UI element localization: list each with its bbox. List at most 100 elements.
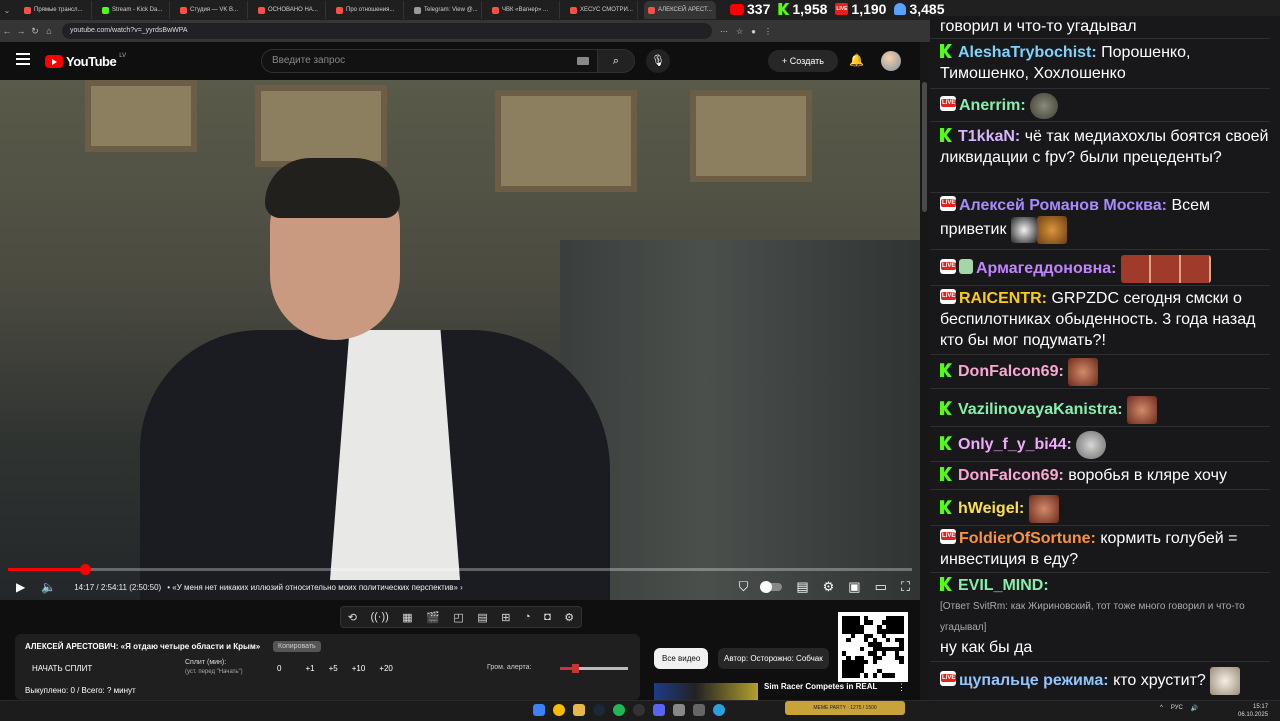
- alert-volume-slider[interactable]: [560, 664, 628, 673]
- chat-username[interactable]: DonFalcon69:: [958, 467, 1064, 484]
- browser-tab[interactable]: Прямые трансл...: [20, 1, 92, 19]
- qr-module: [850, 633, 856, 638]
- chat-username[interactable]: VazilinovayaKanistra:: [958, 401, 1123, 418]
- chat-username[interactable]: T1kkaN:: [958, 128, 1020, 145]
- sponsorblock-icon[interactable]: ⛉: [739, 579, 749, 595]
- screenshot-icon[interactable]: ▦: [402, 611, 412, 624]
- account-avatar[interactable]: [881, 51, 901, 71]
- language-indicator[interactable]: РУС: [1171, 705, 1183, 712]
- chapter-title[interactable]: • «У меня нет никаких иллюзий относитель…: [167, 583, 463, 592]
- folder-icon[interactable]: [573, 704, 585, 716]
- keyboard-icon[interactable]: [577, 57, 589, 65]
- clapper-icon[interactable]: 🎬: [426, 611, 440, 624]
- chat-username[interactable]: Армагеддоновна:: [976, 260, 1116, 277]
- volume-icon[interactable]: 🔈: [41, 580, 56, 594]
- chrome-icon[interactable]: [553, 704, 565, 716]
- split-add-button[interactable]: +20: [379, 664, 393, 673]
- home-icon[interactable]: ⌂: [42, 26, 56, 36]
- filter-chip-all[interactable]: Все видео: [654, 648, 709, 669]
- chat-username[interactable]: Алексей Романов Москва:: [959, 197, 1167, 214]
- browser-tab[interactable]: Telegram: View @...: [410, 1, 482, 19]
- chat-header: [930, 0, 1280, 16]
- browser-tab[interactable]: ХЕСУС СМОТРИ...: [566, 1, 638, 19]
- url-field[interactable]: youtube.com/watch?v=_yyrdsBwWPA: [62, 23, 712, 39]
- browser-tab[interactable]: ОСНОВАНО НА...: [254, 1, 326, 19]
- chat-divider: [930, 38, 1270, 39]
- split-add-button[interactable]: +1: [305, 664, 314, 673]
- tab-list-icon[interactable]: ⌄: [0, 6, 14, 15]
- browser-tab-active[interactable]: АЛЕКСЕЙ АРЕСТ...: [644, 1, 716, 19]
- browser-tab[interactable]: Студия — VK В...: [176, 1, 248, 19]
- progress-bar[interactable]: [8, 564, 912, 575]
- system-clock[interactable]: 15:17 06.10.2025: [1238, 703, 1268, 719]
- chat-divider: [930, 489, 1270, 490]
- browser-tab[interactable]: Про отношения...: [332, 1, 404, 19]
- start-split-button[interactable]: НАЧАТЬ СПЛИТ: [32, 664, 92, 673]
- fullscreen-icon[interactable]: ⛶: [901, 579, 910, 595]
- miniplayer-icon[interactable]: ▣: [848, 579, 860, 595]
- subtitles-icon[interactable]: ▤: [796, 579, 808, 595]
- profile-icon[interactable]: ●: [751, 27, 756, 36]
- video-player[interactable]: ▶ 🔈 14:17 / 2:54:11 (2:50:50) • «У меня …: [0, 80, 920, 600]
- autoplay-toggle[interactable]: [760, 581, 783, 593]
- crop-icon[interactable]: ◰: [453, 611, 463, 624]
- play-icon[interactable]: ▶: [16, 580, 25, 594]
- back-icon[interactable]: ←: [0, 26, 14, 36]
- audio-icon[interactable]: ((·)): [370, 611, 388, 623]
- recommended-title[interactable]: Sim Racer Competes in REAL: [764, 682, 877, 691]
- notifications-bell-icon[interactable]: 🔔: [849, 53, 864, 67]
- split-add-button[interactable]: +10: [352, 664, 366, 673]
- spotify-icon[interactable]: [613, 704, 625, 716]
- menu-icon[interactable]: ⋮: [764, 27, 772, 36]
- speed-icon[interactable]: ◔: [524, 611, 531, 623]
- chat-username[interactable]: DonFalcon69:: [958, 363, 1064, 380]
- chat-username[interactable]: FoldierOfSortune:: [959, 530, 1096, 547]
- volume-tray-icon[interactable]: 🔊: [1191, 705, 1198, 712]
- more-options-icon[interactable]: ⋮: [897, 682, 906, 693]
- app-icon[interactable]: [673, 704, 685, 716]
- create-button[interactable]: + Создать: [768, 50, 838, 72]
- extensions-icon[interactable]: ⋯: [720, 27, 728, 36]
- add-icon[interactable]: ⊞: [501, 611, 510, 624]
- steam-icon[interactable]: [593, 704, 605, 716]
- copy-button[interactable]: Копировать: [273, 641, 321, 652]
- chat-username[interactable]: Only_f_y_bi44:: [958, 436, 1072, 453]
- qr-module: [846, 638, 851, 643]
- page-scrollbar[interactable]: [920, 42, 930, 700]
- browser-tab[interactable]: ЧВК «Вагнер» ...: [488, 1, 560, 19]
- search-button[interactable]: ⌕: [597, 49, 635, 73]
- recommended-thumbnail[interactable]: [654, 683, 758, 700]
- scrollbar-thumb[interactable]: [922, 82, 927, 212]
- menu-hamburger-icon[interactable]: [16, 53, 30, 65]
- slider-knob[interactable]: [572, 664, 579, 673]
- forward-icon[interactable]: →: [14, 26, 28, 36]
- chat-username[interactable]: RAICENTR:: [959, 290, 1047, 307]
- voice-search-button[interactable]: 🎙: [646, 49, 670, 73]
- obs-icon[interactable]: [633, 704, 645, 716]
- youtube-logo[interactable]: YouTube LV: [45, 53, 126, 69]
- gear-icon[interactable]: ⚙: [564, 611, 574, 624]
- camera-icon[interactable]: ◘: [544, 611, 551, 623]
- telegram-icon[interactable]: [713, 704, 725, 716]
- chat-username[interactable]: AleshaTrybochist:: [958, 44, 1097, 61]
- chevron-up-icon[interactable]: ^: [1160, 705, 1163, 712]
- filter-chip-author[interactable]: Автор: Осторожно: Собчак: [718, 648, 829, 669]
- chat-username[interactable]: щупальце режима:: [959, 672, 1109, 689]
- chat-username[interactable]: EVIL_MIND:: [958, 577, 1049, 594]
- browser-tab[interactable]: Stream - Kick Da...: [98, 1, 170, 19]
- app-icon[interactable]: [693, 704, 705, 716]
- youtube-live-badge-icon: [940, 671, 957, 687]
- theater-mode-icon[interactable]: ▭: [875, 579, 887, 595]
- chat-username[interactable]: hWeigel:: [958, 500, 1024, 517]
- loop-icon[interactable]: ⟲: [348, 611, 357, 624]
- discord-icon[interactable]: [653, 704, 665, 716]
- reload-icon[interactable]: ↻: [28, 26, 42, 37]
- settings-gear-icon[interactable]: ⚙: [823, 579, 835, 595]
- split-add-button[interactable]: +5: [329, 664, 338, 673]
- search-input[interactable]: Введите запрос: [261, 49, 597, 73]
- qr-module: [899, 646, 904, 652]
- bookmark-star-icon[interactable]: ☆: [736, 27, 743, 36]
- chat-username[interactable]: Anerrim:: [959, 97, 1026, 114]
- film-icon[interactable]: ▤: [477, 611, 487, 624]
- start-icon[interactable]: [533, 704, 545, 716]
